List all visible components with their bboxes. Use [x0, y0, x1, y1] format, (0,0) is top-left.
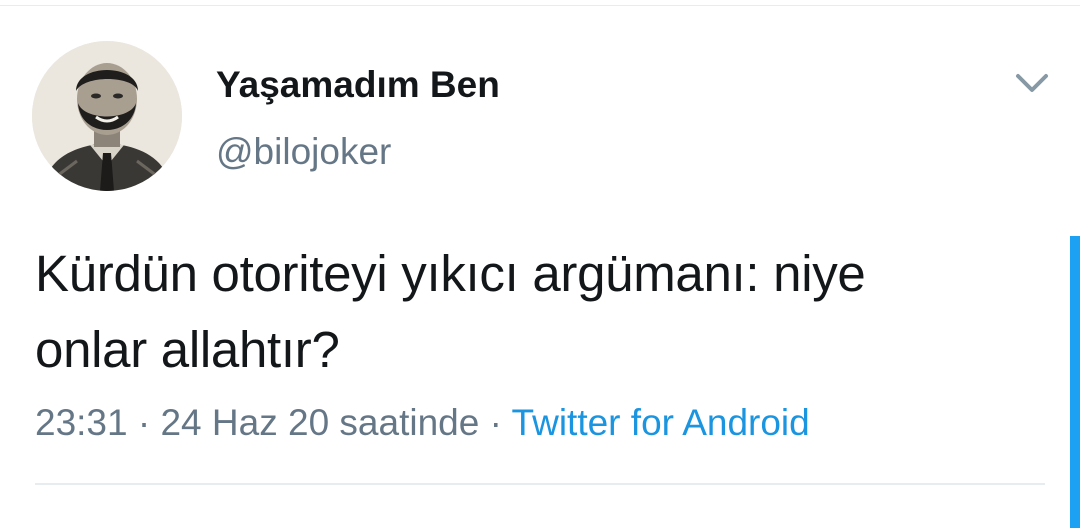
- avatar[interactable]: [32, 41, 182, 191]
- tweet-detail: Yaşamadım Ben @bilojoker Kürdün otoritey…: [0, 0, 1080, 528]
- meta-separator-2: ·: [479, 402, 512, 443]
- bottom-divider: [35, 483, 1045, 485]
- tweet-time: 23:31: [35, 402, 128, 443]
- user-handle[interactable]: @bilojoker: [216, 131, 391, 173]
- tweet-text-line-1: Kürdün otoriteyi yıkıcı argümanı: niye: [35, 245, 866, 302]
- meta-separator-1: ·: [127, 402, 161, 443]
- scrollbar[interactable]: [1070, 236, 1080, 528]
- avatar-image: [32, 41, 182, 191]
- tweet-meta: 23:31 · 24 Haz 20 saatinde · Twitter for…: [35, 402, 810, 444]
- tweet-date: 24 Haz 20 saatinde: [160, 402, 480, 443]
- top-divider: [0, 5, 1080, 6]
- tweet-source-link[interactable]: Twitter for Android: [512, 402, 810, 443]
- tweet-text-line-2: onlar allahtır?: [35, 321, 340, 378]
- chevron-down-icon[interactable]: [1012, 66, 1052, 100]
- display-name[interactable]: Yaşamadım Ben: [216, 64, 500, 106]
- tweet-text: Kürdün otoriteyi yıkıcı argümanı: niye o…: [35, 236, 1045, 388]
